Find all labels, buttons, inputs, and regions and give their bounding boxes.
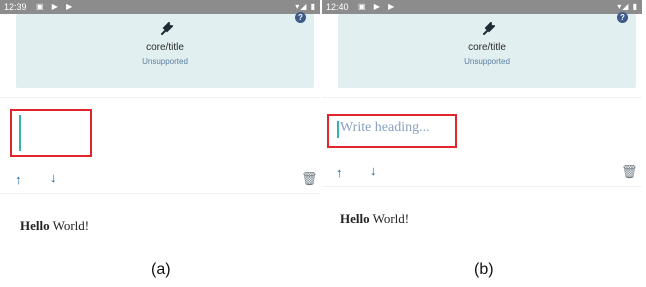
text-caret [19, 115, 21, 151]
caption-b: (b) [474, 261, 494, 278]
divider [0, 193, 320, 194]
status-time: 12:39 [4, 2, 27, 12]
block-unsupported-label: Unsupported [142, 57, 188, 66]
heading-highlight-box [10, 109, 92, 157]
unsupported-block[interactable]: ? core/title Unsupported [16, 12, 314, 88]
paragraph-bold-text: Hello [340, 211, 370, 226]
help-icon[interactable]: ? [295, 12, 306, 23]
heading-input[interactable]: Write heading... [340, 120, 430, 136]
divider [322, 97, 642, 98]
help-icon[interactable]: ? [617, 12, 628, 23]
trash-icon[interactable]: 🗑 [301, 172, 318, 185]
divider [0, 97, 320, 98]
block-unsupported-label: Unsupported [464, 57, 510, 66]
arrow-up-icon[interactable]: ↑ [336, 166, 343, 179]
arrow-down-icon[interactable]: ↓ [370, 164, 377, 177]
block-title: core/title [468, 42, 506, 53]
paragraph-text: World! [49, 218, 90, 233]
status-bar: 12:40 ▣ ▶ ▶ ▾◢ ▮ [322, 0, 642, 14]
paragraph-block[interactable]: Hello World! [340, 211, 409, 227]
status-time: 12:40 [326, 2, 349, 12]
paragraph-block[interactable]: Hello World! [20, 218, 89, 234]
notification-icons: ▣ ▶ ▶ [36, 2, 76, 11]
paragraph-text: World! [369, 211, 410, 226]
plug-icon [483, 22, 495, 35]
block-title: core/title [146, 42, 184, 53]
caption-a: (a) [151, 261, 171, 278]
notification-icons: ▣ ▶ ▶ [358, 2, 398, 11]
status-bar: 12:39 ▣ ▶ ▶ ▾◢ ▮ [0, 0, 320, 14]
paragraph-bold-text: Hello [20, 218, 50, 233]
arrow-up-icon[interactable]: ↑ [15, 173, 22, 186]
screenshot-panel-b: 12:40 ▣ ▶ ▶ ▾◢ ▮ ? core/title Unsupporte… [322, 0, 642, 255]
plug-icon [161, 22, 173, 35]
arrow-down-icon[interactable]: ↓ [50, 171, 57, 184]
screenshot-panel-a: 12:39 ▣ ▶ ▶ ▾◢ ▮ ? core/title Unsupporte… [0, 0, 320, 255]
unsupported-block[interactable]: ? core/title Unsupported [338, 12, 636, 88]
text-caret [337, 121, 339, 138]
divider [322, 186, 642, 187]
trash-icon[interactable]: 🗑 [621, 165, 638, 178]
